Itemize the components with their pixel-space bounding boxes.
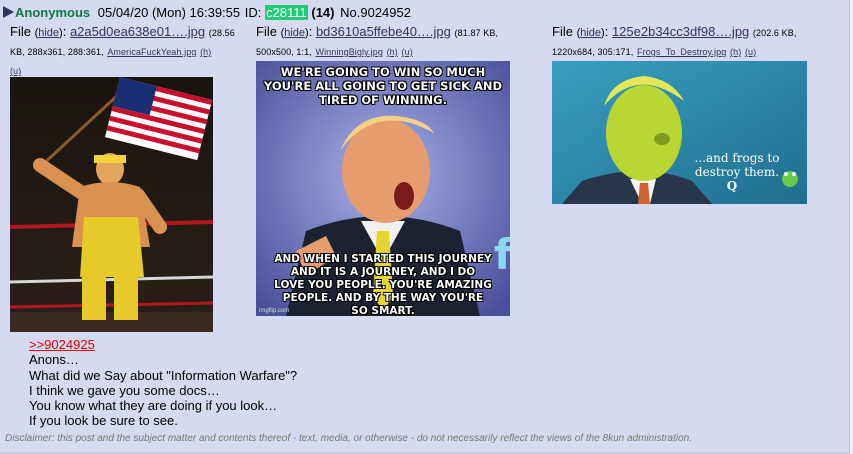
post-container: Anonymous 05/04/20 (Mon) 16:39:55 ID: c2… <box>0 0 850 454</box>
frog-image-caption: ...and frogs to destroy them. <box>694 151 780 179</box>
file-2-info: File (hide): bd3610a5ffebe40….jpg (81.87… <box>256 24 499 57</box>
file-label: File <box>256 24 277 39</box>
poster-id-badge[interactable]: c28111 <box>265 5 308 20</box>
id-label: ID: <box>244 5 262 20</box>
file-3-u-link[interactable]: (u) <box>745 47 756 57</box>
file-3: File (hide): 125e2b34cc3df98….jpg (202.6… <box>552 23 842 61</box>
file-2-thumbnail-image[interactable]: fu WE'RE GOING TO WIN SO MUCH YOU'RE ALL… <box>256 61 510 316</box>
poster-name: Anonymous <box>15 5 91 20</box>
file-3-original-name-link[interactable]: Frogs_To_Destroy.jpg <box>637 47 726 57</box>
file-3-meta-a: (202.6 KB, <box>752 28 797 38</box>
body-line: What did we Say about "Information Warfa… <box>29 367 298 383</box>
body-line: I think we gave you some docs… <box>29 382 220 398</box>
file-1-u-link[interactable]: (u) <box>10 66 21 76</box>
file-2-u-link[interactable]: (u) <box>402 47 413 57</box>
meme-bottom-caption: AND WHEN I STARTED THIS JOURNEY AND IT I… <box>274 253 492 316</box>
file-2: File (hide): bd3610a5ffebe40….jpg (81.87… <box>256 23 546 61</box>
file-1-original-name-link[interactable]: AmericaFuckYeah.jpg <box>107 47 196 57</box>
file-1-info: File (hide): a2a5d0ea638e01….jpg (28.56 … <box>10 24 235 76</box>
file-1-meta-a: (28.56 <box>208 28 235 38</box>
file-3-filename-link[interactable]: 125e2b34cc3df98….jpg <box>612 24 749 39</box>
file-2-original-name-link[interactable]: WinningBigly.jpg <box>315 47 382 57</box>
file-1-h-link[interactable]: (h) <box>200 47 211 57</box>
post-datetime: 05/04/20 (Mon) 16:39:55 <box>97 5 241 20</box>
file-1-meta-b: KB, 288x361, 288:361, <box>10 47 104 57</box>
file-1-hide-link[interactable]: hide <box>38 27 59 39</box>
file-2-meta-b: 500x500, 1:1, <box>256 47 312 57</box>
post-body: >>9024925 Anons… What did we Say about "… <box>29 337 297 429</box>
file-2-h-link[interactable]: (h) <box>387 47 398 57</box>
imgflip-watermark: imgflip.com <box>259 308 290 314</box>
body-line: Anons… <box>29 352 79 368</box>
file-3-meta-b: 1220x684, 305:171, <box>552 47 634 57</box>
file-1: File (hide): a2a5d0ea638e01….jpg (28.56 … <box>10 23 250 80</box>
file-2-meta-a: (81.87 KB, <box>454 28 499 38</box>
post-number-link[interactable]: No.9024952 <box>340 5 411 20</box>
file-2-filename-link[interactable]: bd3610a5ffebe40….jpg <box>316 24 451 39</box>
file-label: File <box>552 24 573 39</box>
post-intro: Anonymous 05/04/20 (Mon) 16:39:55 ID: c2… <box>3 5 411 23</box>
file-1-thumbnail-image[interactable] <box>10 77 213 332</box>
file-1-filename-link[interactable]: a2a5d0ea638e01….jpg <box>70 24 205 39</box>
disclaimer-text: Disclaimer: this post and the subject ma… <box>5 433 692 444</box>
id-post-count: (14) <box>311 5 335 20</box>
body-line: If you look be sure to see. <box>29 413 178 429</box>
file-2-hide-link[interactable]: hide <box>284 27 305 39</box>
file-3-info: File (hide): 125e2b34cc3df98….jpg (202.6… <box>552 24 797 57</box>
file-3-thumbnail-image[interactable]: ...and frogs to destroy them. Q <box>552 61 807 204</box>
file-3-h-link[interactable]: (h) <box>730 47 741 57</box>
reply-quote-link[interactable]: >>9024925 <box>29 337 95 352</box>
file-label: File <box>10 24 31 39</box>
frog-image-signature: Q <box>726 179 738 193</box>
meme-top-caption: WE'RE GOING TO WIN SO MUCH YOU'RE ALL GO… <box>263 65 503 107</box>
file-3-hide-link[interactable]: hide <box>580 27 601 39</box>
body-line: You know what they are doing if you look… <box>29 398 278 414</box>
post-menu-arrow-icon[interactable] <box>3 6 14 18</box>
